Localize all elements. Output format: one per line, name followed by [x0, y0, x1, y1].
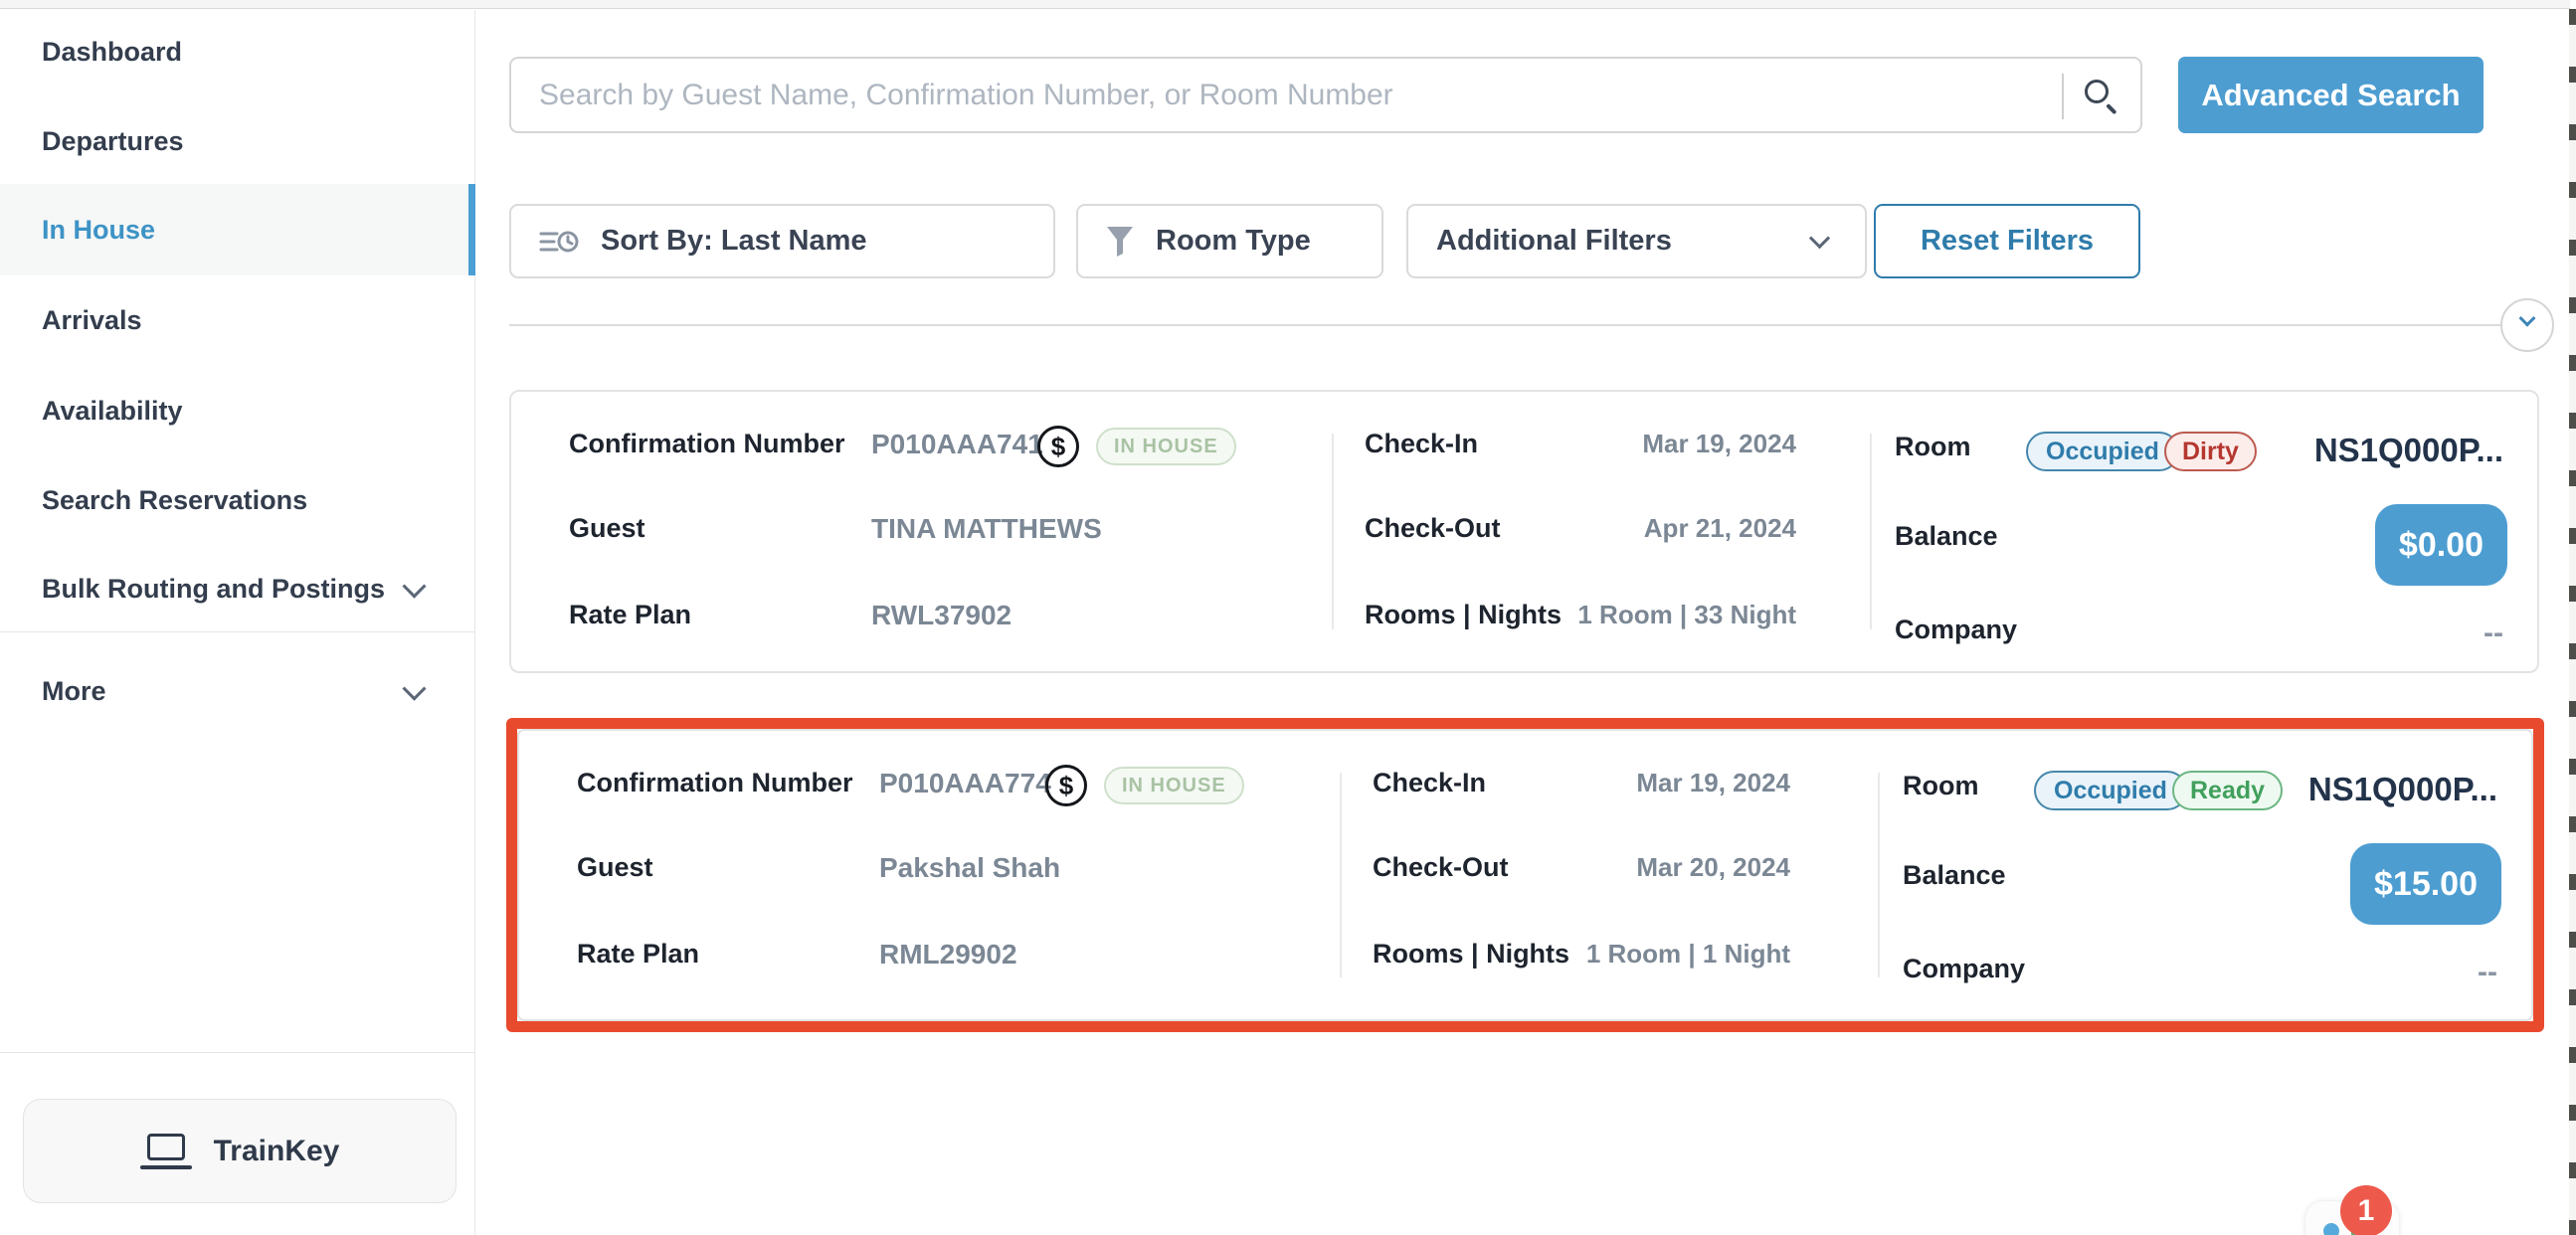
rate-plan-label: Rate Plan — [577, 939, 699, 970]
confirmation-label: Confirmation Number — [569, 429, 845, 459]
confirmation-value: P010AAA741 — [871, 429, 1043, 460]
trainkey-label: TrainKey — [214, 1135, 340, 1168]
room-number: NS1Q000P... — [2314, 432, 2503, 469]
sidebar-item-dashboard[interactable]: Dashboard — [0, 22, 474, 82]
check-in-label: Check-In — [1365, 429, 1478, 459]
balance-label: Balance — [1895, 521, 1998, 552]
status-badge: IN HOUSE — [1096, 428, 1236, 465]
company-value: -- — [2484, 617, 2503, 650]
browser-edge-strip — [0, 0, 2570, 9]
check-out-value: Apr 21, 2024 — [1644, 513, 1796, 544]
results-divider — [509, 324, 2500, 326]
reservation-card-selected[interactable]: Confirmation Number P010AAA774 $ IN HOUS… — [517, 729, 2533, 1021]
dollar-icon[interactable]: $ — [1045, 765, 1087, 806]
sort-by-button[interactable]: Sort By: Last Name — [509, 204, 1055, 278]
reservation-card[interactable]: Confirmation Number P010AAA741 $ IN HOUS… — [509, 390, 2539, 673]
rate-plan-value: RWL37902 — [871, 600, 1012, 631]
room-type-label: Room Type — [1156, 225, 1311, 258]
sidebar-bottom-divider — [0, 1052, 474, 1053]
app-screen: Dashboard Departures In House Arrivals A… — [0, 0, 2576, 1235]
confirmation-label: Confirmation Number — [577, 768, 853, 798]
sidebar-item-search-reservations[interactable]: Search Reservations — [0, 470, 474, 530]
additional-filters-label: Additional Filters — [1436, 225, 1672, 258]
chat-launcher[interactable]: 1 — [2305, 1197, 2399, 1235]
rooms-nights-value: 1 Room | 1 Night — [1586, 939, 1790, 970]
confirmation-value: P010AAA774 — [879, 768, 1051, 799]
card-column-divider — [1340, 773, 1342, 977]
rooms-nights-label: Rooms | Nights — [1373, 939, 1569, 970]
guest-value: TINA MATTHEWS — [871, 513, 1102, 545]
occupancy-badge: Occupied — [2026, 432, 2179, 471]
sidebar-item-label: Bulk Routing and Postings — [42, 574, 385, 605]
sort-icon — [539, 226, 579, 258]
balance-button[interactable]: $15.00 — [2350, 843, 2501, 925]
check-out-label: Check-Out — [1365, 513, 1501, 544]
rate-plan-value: RML29902 — [879, 939, 1017, 970]
housekeeping-badge: Dirty — [2164, 432, 2257, 471]
search-icon[interactable] — [2085, 80, 2120, 115]
guest-label: Guest — [569, 513, 645, 544]
guest-label: Guest — [577, 852, 653, 883]
sidebar-item-label: More — [42, 676, 106, 707]
room-type-filter-button[interactable]: Room Type — [1076, 204, 1383, 278]
guest-value: Pakshal Shah — [879, 852, 1060, 884]
reset-filters-button[interactable]: Reset Filters — [1874, 204, 2140, 278]
company-label: Company — [1903, 954, 2025, 984]
card-column-divider — [1870, 434, 1872, 629]
housekeeping-badge: Ready — [2172, 771, 2283, 810]
sidebar-item-label: In House — [42, 215, 155, 246]
sidebar-item-label: Dashboard — [42, 37, 182, 68]
sidebar-item-label: Availability — [42, 396, 183, 427]
rooms-nights-value: 1 Room | 33 Night — [1577, 600, 1796, 630]
check-in-value: Mar 19, 2024 — [1636, 768, 1790, 798]
sidebar-item-label: Arrivals — [42, 305, 142, 336]
chevron-down-icon — [402, 676, 426, 700]
check-in-label: Check-In — [1373, 768, 1486, 798]
sidebar-item-availability[interactable]: Availability — [0, 381, 474, 441]
sidebar-item-more[interactable]: More — [0, 661, 474, 721]
notification-badge: 1 — [2340, 1185, 2392, 1235]
status-badge: IN HOUSE — [1104, 767, 1244, 804]
occupancy-badge: Occupied — [2034, 771, 2187, 810]
check-out-label: Check-Out — [1373, 852, 1509, 883]
check-in-value: Mar 19, 2024 — [1642, 429, 1796, 459]
advanced-search-button[interactable]: Advanced Search — [2178, 57, 2484, 133]
sort-by-label: Sort By: Last Name — [601, 225, 867, 258]
sidebar-item-label: Search Reservations — [42, 485, 307, 516]
additional-filters-button[interactable]: Additional Filters — [1406, 204, 1867, 278]
trainkey-button[interactable]: TrainKey — [23, 1099, 457, 1203]
collapse-toggle[interactable] — [2500, 298, 2554, 352]
card-column-divider — [1332, 434, 1334, 629]
laptop-icon — [140, 1132, 192, 1171]
card-column-divider — [1878, 773, 1880, 977]
search-separator — [2062, 74, 2064, 119]
chevron-down-icon — [2519, 310, 2536, 327]
sidebar-item-in-house[interactable]: In House — [0, 184, 474, 275]
rate-plan-label: Rate Plan — [569, 600, 691, 630]
chevron-down-icon — [402, 574, 426, 598]
search-bar — [509, 57, 2142, 133]
room-number: NS1Q000P... — [2308, 771, 2497, 808]
room-label: Room — [1895, 432, 1971, 462]
balance-label: Balance — [1903, 860, 2006, 891]
sidebar-item-departures[interactable]: Departures — [0, 111, 474, 171]
chevron-down-icon — [1809, 228, 1830, 249]
rooms-nights-label: Rooms | Nights — [1365, 600, 1562, 630]
company-value: -- — [2478, 956, 2497, 989]
balance-button[interactable]: $0.00 — [2375, 504, 2507, 586]
room-label: Room — [1903, 771, 1979, 801]
company-label: Company — [1895, 615, 2017, 645]
dollar-icon[interactable]: $ — [1037, 426, 1079, 467]
screen-right-edge — [2569, 9, 2576, 1235]
sidebar-item-label: Departures — [42, 126, 184, 157]
search-input[interactable] — [539, 59, 2011, 131]
funnel-icon — [1106, 226, 1134, 258]
sidebar: Dashboard Departures In House Arrivals A… — [0, 10, 475, 1235]
highlight-ring: Confirmation Number P010AAA774 $ IN HOUS… — [506, 718, 2544, 1032]
sidebar-divider — [0, 631, 474, 632]
sidebar-item-arrivals[interactable]: Arrivals — [0, 290, 474, 350]
sidebar-item-bulk-routing[interactable]: Bulk Routing and Postings — [0, 559, 474, 618]
check-out-value: Mar 20, 2024 — [1636, 852, 1790, 883]
